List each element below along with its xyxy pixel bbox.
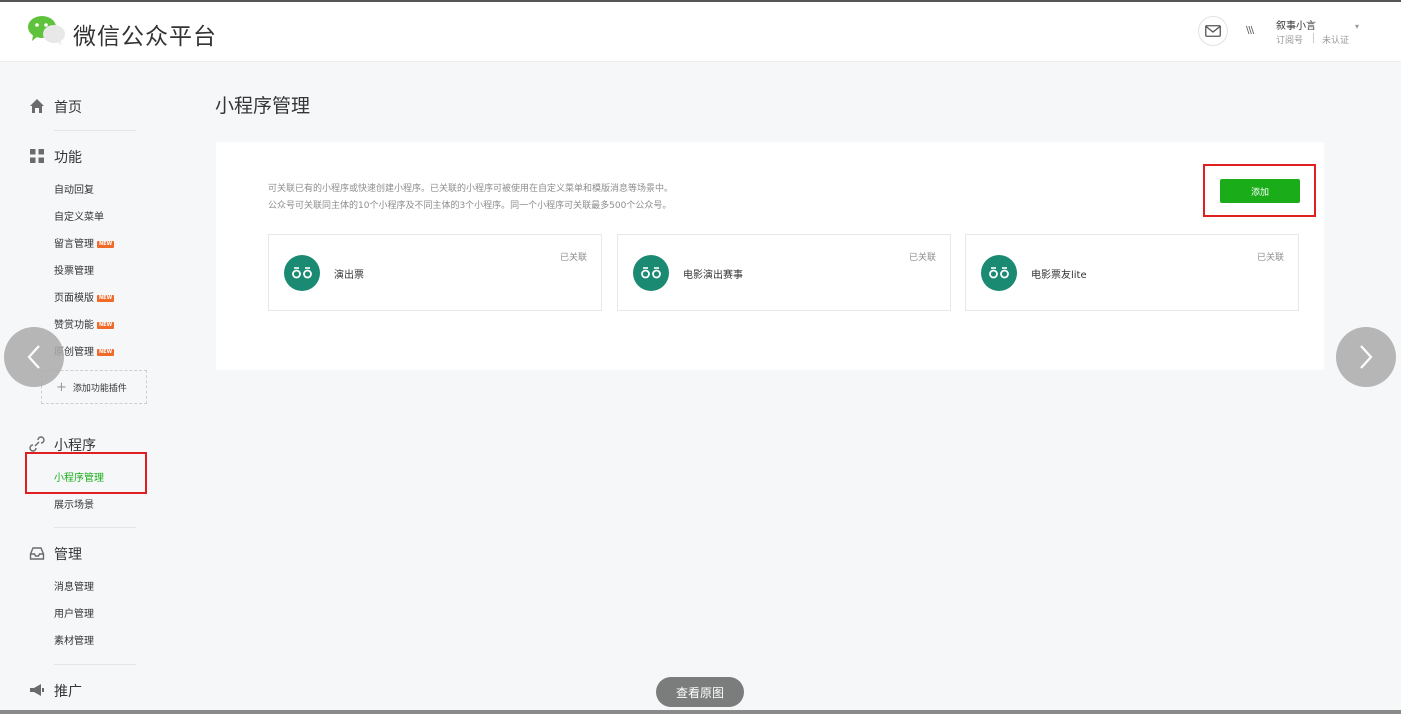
- miniprogram-card[interactable]: 演出票 已关联: [268, 234, 602, 311]
- link-status: 已关联: [1256, 253, 1284, 263]
- megaphone-icon: [30, 684, 44, 696]
- new-badge: NEW: [97, 348, 115, 356]
- plus-icon: +: [56, 379, 67, 395]
- inbox-icon: [29, 547, 45, 560]
- description-line-1: 可关联已有的小程序或快速创建小程序。已关联的小程序可被使用在自定义菜单和模版消息…: [268, 184, 674, 194]
- sidebar-item-messages[interactable]: 消息管理: [54, 578, 94, 593]
- sidebar-item-materials[interactable]: 素材管理: [54, 632, 94, 647]
- sidebar-section-manage: 管理: [54, 547, 82, 563]
- new-badge: NEW: [97, 240, 115, 248]
- sidebar-item-auto-reply[interactable]: 自动回复: [54, 181, 94, 196]
- sidebar-divider: [54, 527, 136, 528]
- brand-title[interactable]: 微信公众平台: [73, 17, 217, 51]
- link-icon: [29, 436, 45, 452]
- account-avatar[interactable]: \\\: [1246, 25, 1254, 36]
- chevron-left-icon: [27, 345, 40, 369]
- sidebar-divider: [54, 130, 136, 131]
- previous-image-button[interactable]: [4, 327, 64, 387]
- account-name[interactable]: 叙事小言: [1276, 17, 1316, 32]
- sidebar-divider: [54, 664, 136, 665]
- sidebar-item-custom-menu[interactable]: 自定义菜单: [54, 208, 104, 223]
- new-badge: NEW: [97, 294, 115, 302]
- miniprogram-card[interactable]: 电影演出赛事 已关联: [617, 234, 951, 311]
- mail-icon: [1205, 25, 1221, 37]
- miniprogram-logo-icon: [633, 255, 669, 291]
- miniprogram-logo-icon: [981, 255, 1017, 291]
- miniprogram-logo-icon: [284, 255, 320, 291]
- account-caret-icon[interactable]: ▾: [1355, 22, 1359, 31]
- sidebar-item-label: 留言管理: [54, 239, 94, 250]
- miniprogram-name: 电影票友lite: [1031, 270, 1087, 281]
- sidebar-item-page-templates[interactable]: 页面模版 NEW: [54, 289, 115, 304]
- sidebar-item-label: 页面模版: [54, 293, 94, 304]
- page-title: 小程序管理: [215, 95, 311, 117]
- link-status: 已关联: [559, 253, 587, 263]
- link-status: 已关联: [908, 253, 936, 263]
- sidebar-item-label: 赞赏功能: [54, 320, 94, 331]
- mail-button[interactable]: [1198, 16, 1228, 46]
- new-badge: NEW: [97, 321, 115, 329]
- account-separator: [1313, 33, 1314, 43]
- chevron-right-icon: [1360, 345, 1373, 369]
- bottom-strip: [0, 710, 1401, 714]
- sidebar-section-promote: 推广: [54, 684, 82, 700]
- miniprogram-name: 演出票: [334, 270, 364, 281]
- add-plugin-label: 添加功能插件: [72, 383, 127, 394]
- account-verification-status: 未认证: [1322, 36, 1350, 46]
- wechat-logo-icon[interactable]: [27, 14, 67, 46]
- sidebar-item-comments[interactable]: 留言管理 NEW: [54, 235, 115, 250]
- sidebar-section-functions: 功能: [54, 150, 82, 166]
- highlight-box-add: [1203, 164, 1316, 217]
- miniprogram-name: 电影演出赛事: [683, 270, 743, 281]
- sidebar-item-label: 投票管理: [54, 266, 94, 277]
- sidebar-item-display-scenes[interactable]: 展示场景: [54, 496, 94, 511]
- miniprogram-card[interactable]: 电影票友lite 已关联: [965, 234, 1299, 311]
- sidebar-item-home[interactable]: 首页: [54, 97, 82, 117]
- account-type: 订阅号: [1276, 36, 1304, 46]
- home-icon: [30, 99, 44, 113]
- view-original-button[interactable]: 查看原图: [656, 677, 744, 707]
- highlight-box-sidebar: [25, 452, 147, 494]
- top-strip: [0, 0, 1401, 2]
- sidebar-item-label: 自定义菜单: [54, 212, 104, 223]
- sidebar-item-users[interactable]: 用户管理: [54, 605, 94, 620]
- next-image-button[interactable]: [1336, 327, 1396, 387]
- description-line-2: 公众号可关联同主体的10个小程序及不同主体的3个小程序。同一个小程序可关联最多5…: [268, 201, 672, 211]
- sidebar-item-votes[interactable]: 投票管理: [54, 262, 94, 277]
- sidebar-item-label: 自动回复: [54, 185, 94, 196]
- top-header: 微信公众平台 \\\ 叙事小言 订阅号 未认证 ▾: [0, 0, 1401, 62]
- grid-icon: [30, 149, 44, 163]
- sidebar-item-rewards[interactable]: 赞赏功能 NEW: [54, 316, 115, 331]
